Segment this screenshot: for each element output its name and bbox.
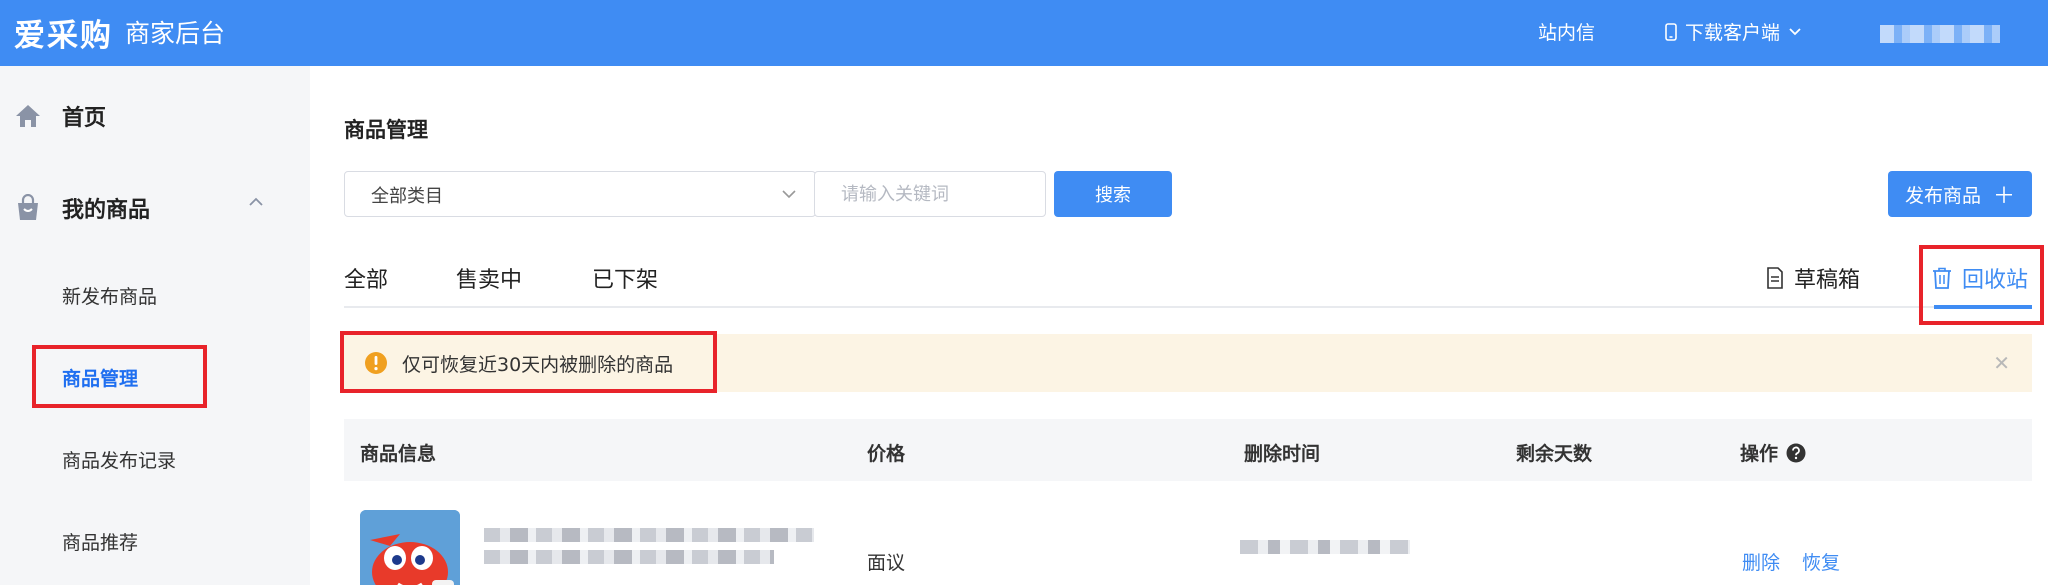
top-header: 爱采购 商家后台 站内信 下载客户端 (0, 0, 2048, 66)
search-input[interactable] (814, 171, 1046, 217)
highlight-box-goods-management (32, 345, 207, 408)
table-header: 商品信息 价格 删除时间 剩余天数 操作 (344, 419, 2032, 481)
sidebar: 首页 我的商品 新发布商品 商品管理 商品发布记录 商品推荐 (0, 66, 310, 585)
home-icon (16, 105, 40, 127)
category-select-value: 全部类目 (371, 186, 443, 207)
col-goods-info: 商品信息 (360, 443, 437, 465)
tab-drafts-label: 草稿箱 (1794, 268, 1861, 293)
nav-messages-link[interactable]: 站内信 (1538, 18, 1595, 45)
product-thumbnail[interactable] (360, 510, 460, 585)
search-button[interactable]: 搜索 (1054, 171, 1172, 217)
col-delete-time: 删除时间 (1244, 443, 1321, 465)
tab-all[interactable]: 全部 (344, 262, 388, 294)
nav-download-label: 下载客户端 (1685, 22, 1781, 44)
chevron-down-icon (782, 190, 796, 199)
sidebar-item-my-goods[interactable]: 我的商品 (14, 192, 284, 224)
tab-on-sale[interactable]: 售卖中 (456, 262, 522, 294)
chevron-down-icon (1789, 27, 1801, 35)
publish-goods-label: 发布商品 (1904, 184, 1981, 207)
col-actions-label: 操作 (1740, 443, 1779, 465)
col-remaining-days: 剩余天数 (1516, 443, 1593, 465)
delete-time-blurred (1240, 540, 1410, 554)
sidebar-item-label: 我的商品 (62, 198, 151, 223)
col-actions: 操作 (1740, 439, 1806, 466)
product-price: 面议 (867, 552, 906, 574)
plus-icon: ＋ (1993, 184, 2016, 209)
tab-drafts[interactable]: 草稿箱 (1766, 262, 1860, 294)
sidebar-item-label: 首页 (62, 106, 107, 131)
user-account-menu[interactable] (1880, 25, 2000, 43)
delete-button[interactable]: 删除 (1742, 548, 1780, 575)
phone-icon (1665, 22, 1677, 41)
sidebar-item-new-goods[interactable]: 新发布商品 (62, 282, 157, 309)
product-image (360, 510, 460, 585)
close-icon[interactable]: ✕ (1993, 351, 2010, 375)
main-content: 商品管理 全部类目 搜索 发布商品 ＋ 全部 售卖中 已下架 草稿箱 回收站 仅… (310, 66, 2048, 585)
category-select[interactable]: 全部类目 (344, 171, 816, 217)
shopping-bag-icon (18, 194, 38, 220)
document-icon (1767, 267, 1783, 289)
page-title: 商品管理 (344, 118, 428, 142)
header-subtitle: 商家后台 (125, 19, 226, 48)
col-price: 价格 (867, 443, 906, 465)
tabs-divider (344, 306, 2032, 308)
highlight-box-recycle-tab (1919, 245, 2044, 325)
sidebar-item-home[interactable]: 首页 (14, 100, 106, 132)
sidebar-item-recommend[interactable]: 商品推荐 (62, 528, 138, 555)
brand-logo[interactable]: 爱采购 (14, 10, 113, 55)
product-title-blurred[interactable] (484, 528, 814, 542)
chevron-up-icon (249, 197, 263, 206)
tab-off-shelf[interactable]: 已下架 (592, 262, 658, 294)
publish-goods-button[interactable]: 发布商品 ＋ (1888, 171, 2032, 217)
restore-button[interactable]: 恢复 (1802, 548, 1840, 575)
help-icon[interactable] (1786, 443, 1806, 463)
highlight-box-notice (340, 331, 717, 393)
product-title-blurred (484, 550, 774, 564)
nav-download-client[interactable]: 下载客户端 (1665, 18, 1810, 45)
sidebar-item-publish-records[interactable]: 商品发布记录 (62, 446, 176, 473)
